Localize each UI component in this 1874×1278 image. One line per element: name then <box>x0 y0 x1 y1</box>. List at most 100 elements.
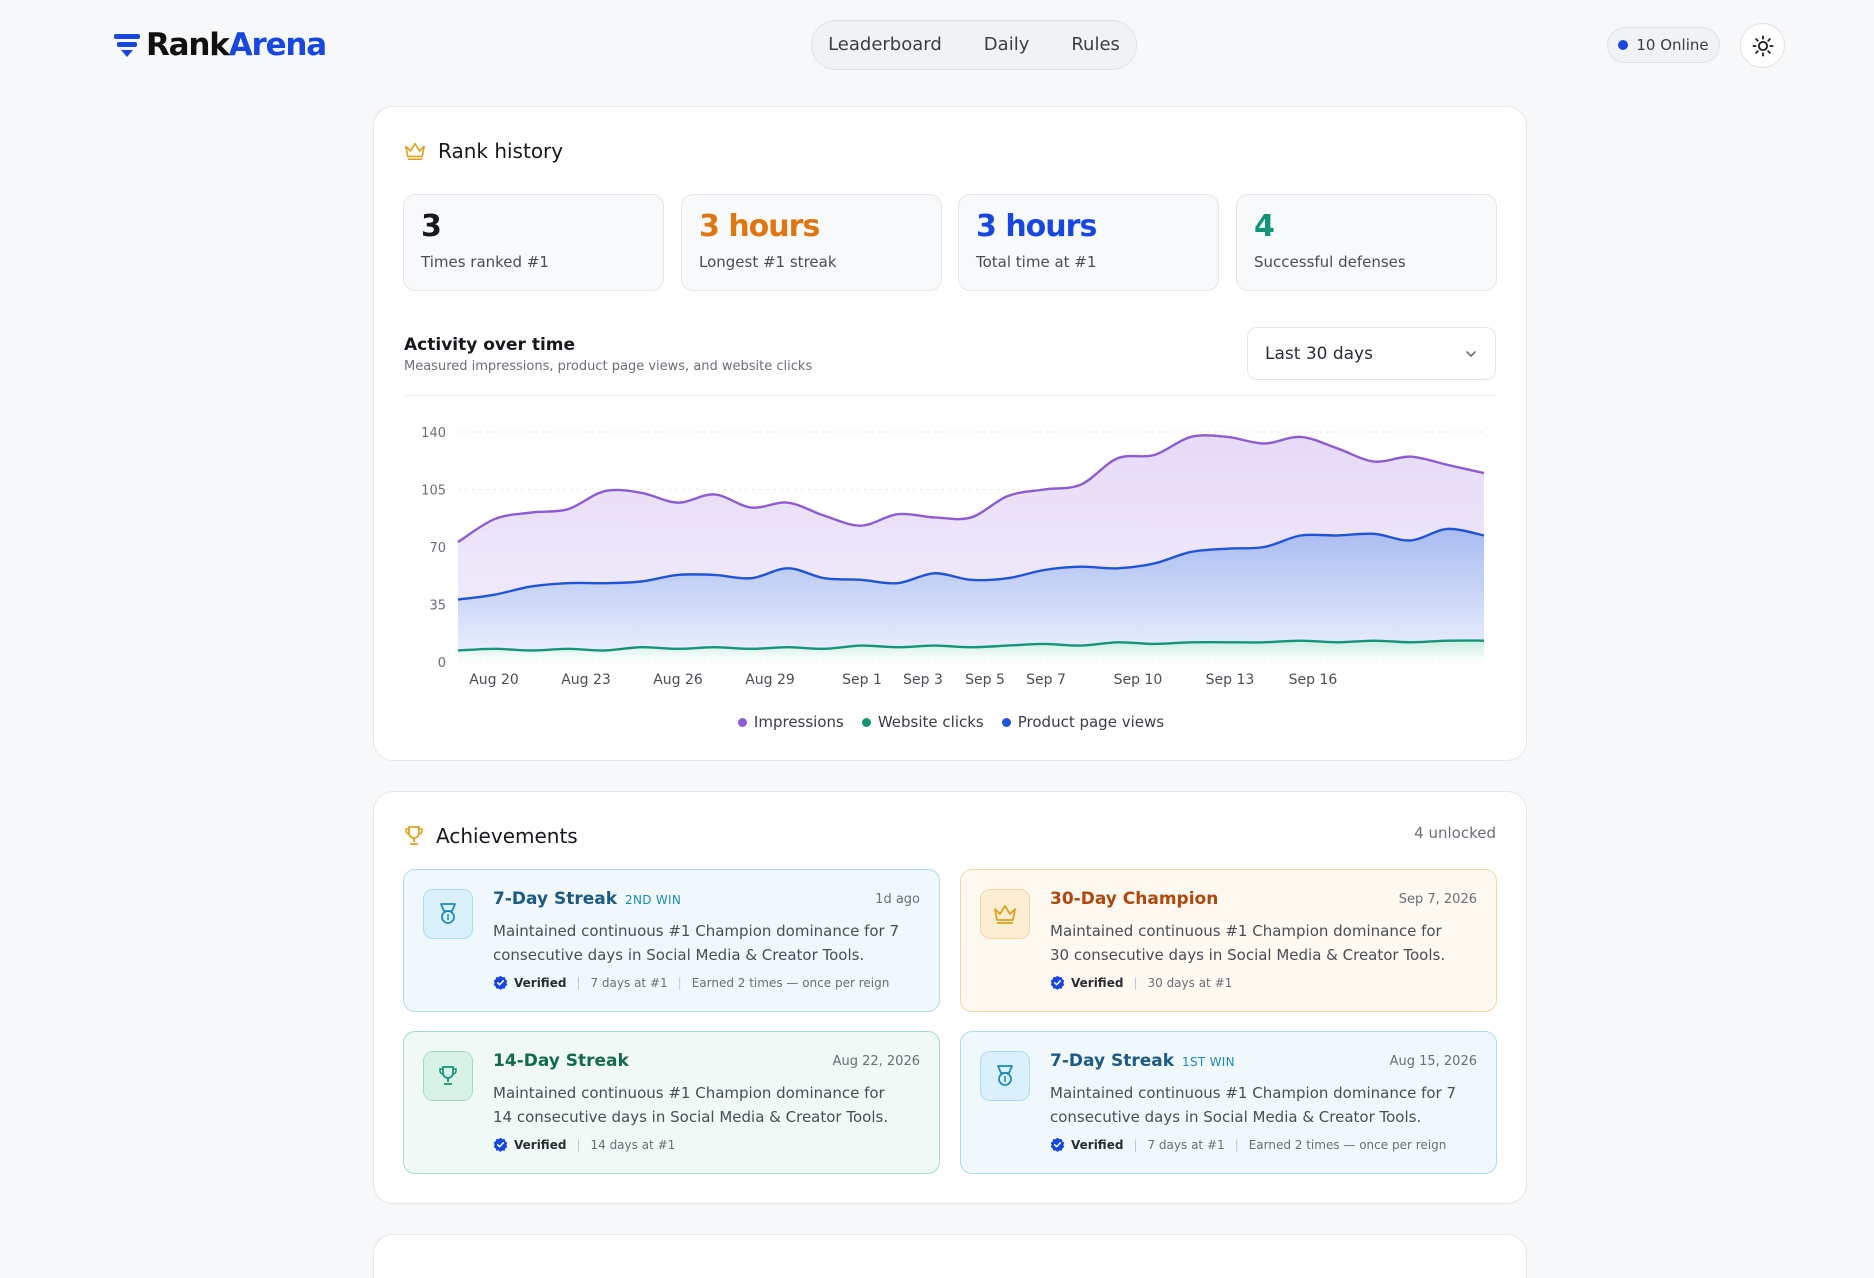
nav-rules[interactable]: Rules <box>1053 21 1138 69</box>
y-tick-label: 140 <box>421 426 446 441</box>
unlocked-count: 4 unlocked <box>1414 824 1496 842</box>
rank-history-card: Rank history 3 Times ranked #1 3 hours L… <box>373 106 1527 761</box>
medal-icon <box>997 1065 1013 1086</box>
trophy-icon <box>439 1066 457 1085</box>
top-header: RankArena Leaderboard Daily Rules 10 Onl… <box>0 0 1874 90</box>
meta-separator: | <box>576 975 581 990</box>
logo-icon <box>114 34 140 57</box>
achievement-name: 7-Day Streak <box>493 889 618 909</box>
achievements-card: Achievements 4 unlocked 7-Day Streak 2ND… <box>373 791 1527 1204</box>
brand-name-part1: Rank <box>146 27 230 63</box>
main-nav: Leaderboard Daily Rules <box>811 20 1137 70</box>
x-tick-label: Aug 26 <box>653 672 703 688</box>
legend-label: Website clicks <box>877 713 984 731</box>
achievement-meta: Verified | 14 days at #1 <box>493 1137 675 1152</box>
achievement-date: Aug 22, 2026 <box>832 1054 920 1069</box>
achievement-extra: Earned 2 times — once per reign <box>691 975 890 990</box>
achievement-title: 30-Day Champion <box>1050 889 1218 909</box>
meta-separator: | <box>1133 1137 1138 1152</box>
achievement-title: 14-Day Streak <box>493 1051 629 1071</box>
brand-logo[interactable]: RankArena <box>114 27 328 63</box>
x-tick-label: Sep 1 <box>842 672 882 688</box>
nav-leaderboard[interactable]: Leaderboard <box>810 21 960 69</box>
achievement-name: 30-Day Champion <box>1050 889 1219 909</box>
legend-impressions[interactable]: Impressions <box>737 713 844 731</box>
online-count-pill: 10 Online <box>1607 27 1720 63</box>
chart-legend: Impressions Website clicks Product page … <box>374 713 1528 731</box>
achievement-card[interactable]: 14-Day Streak Aug 22, 2026 Maintained co… <box>403 1031 940 1174</box>
achievement-description: Maintained continuous #1 Champion domina… <box>493 1084 889 1126</box>
x-tick-label: Sep 7 <box>1026 672 1066 688</box>
achievement-days: 7 days at #1 <box>590 975 668 990</box>
achievement-name: 7-Day Streak <box>1050 1051 1175 1071</box>
x-tick-label: Sep 13 <box>1206 672 1255 688</box>
x-tick-label: Sep 5 <box>965 672 1005 688</box>
achievement-icon-box <box>980 889 1030 939</box>
y-tick-label: 105 <box>421 484 446 499</box>
achievement-card[interactable]: 7-Day Streak 2ND WIN 1d ago Maintained c… <box>403 869 940 1012</box>
achievement-card[interactable]: 7-Day Streak 1ST WIN Aug 15, 2026 Mainta… <box>960 1031 1497 1174</box>
verified-check-icon <box>493 975 508 990</box>
achievement-win-badge: 1ST WIN <box>1182 1055 1235 1069</box>
verified-label: Verified <box>1071 1137 1124 1152</box>
achievement-days: 7 days at #1 <box>1147 1137 1225 1152</box>
achievement-icon-box <box>423 889 473 939</box>
x-tick-label: Aug 29 <box>745 672 795 688</box>
achievement-title: 7-Day Streak 2ND WIN <box>493 889 681 909</box>
achievement-card[interactable]: 30-Day Champion Sep 7, 2026 Maintained c… <box>960 869 1497 1012</box>
meta-separator: | <box>1234 1137 1239 1152</box>
legend-label: Product page views <box>1017 713 1165 731</box>
legend-label: Impressions <box>753 713 844 731</box>
legend-website-clicks[interactable]: Website clicks <box>861 713 984 731</box>
y-tick-label: 70 <box>429 541 446 556</box>
activity-chart: 0 35 70 105 140 Aug 20 Aug 23 Aug 26 Aug 29 Sep 1… <box>421 426 1485 688</box>
achievement-date: Aug 15, 2026 <box>1389 1054 1477 1069</box>
brand-name-part2: Arena <box>228 27 328 63</box>
theme-toggle-button[interactable] <box>1740 23 1785 68</box>
achievement-date: 1d ago <box>875 892 920 907</box>
achievement-meta: Verified | 7 days at #1 | Earned 2 times… <box>1050 1137 1446 1152</box>
legend-dot <box>1001 717 1011 727</box>
online-count-label: 10 Online <box>1636 36 1709 54</box>
achievement-icon-box <box>980 1051 1030 1101</box>
x-tick-label: Aug 23 <box>561 672 611 688</box>
sun-icon <box>1751 34 1774 57</box>
achievement-title: 7-Day Streak 1ST WIN <box>1050 1051 1235 1071</box>
meta-separator: | <box>677 975 682 990</box>
online-status-dot <box>1618 40 1629 50</box>
verified-label: Verified <box>514 975 567 990</box>
x-tick-label: Sep 10 <box>1114 672 1163 688</box>
y-tick-label: 0 <box>438 656 446 671</box>
nav-daily[interactable]: Daily <box>966 21 1048 69</box>
verified-check-icon <box>1050 1137 1065 1152</box>
legend-dot <box>737 717 747 727</box>
achievement-date: Sep 7, 2026 <box>1398 892 1477 907</box>
verified-label: Verified <box>514 1137 567 1152</box>
medal-icon <box>440 903 456 924</box>
achievement-meta: Verified | 30 days at #1 <box>1050 975 1232 990</box>
achievement-icon-box <box>423 1051 473 1101</box>
verified-label: Verified <box>1071 975 1124 990</box>
achievement-days: 14 days at #1 <box>590 1137 676 1152</box>
achievement-meta: Verified | 7 days at #1 | Earned 2 times… <box>493 975 889 990</box>
x-tick-label: Aug 20 <box>469 672 519 688</box>
achievement-win-badge: 2ND WIN <box>625 893 682 907</box>
achievement-description: Maintained continuous #1 Champion domina… <box>1050 1084 1457 1126</box>
achievement-description: Maintained continuous #1 Champion domina… <box>1050 922 1446 964</box>
y-tick-label: 35 <box>429 599 446 614</box>
crown-icon <box>994 905 1016 924</box>
brand-name: RankArena <box>146 27 328 63</box>
achievements-header: Achievements <box>404 824 578 848</box>
verified-check-icon <box>1050 975 1065 990</box>
next-section-card <box>373 1234 1527 1278</box>
achievements-title: Achievements <box>436 824 578 848</box>
legend-dot <box>861 717 871 727</box>
x-tick-label: Sep 3 <box>903 672 943 688</box>
meta-separator: | <box>1133 975 1138 990</box>
achievement-description: Maintained continuous #1 Champion domina… <box>493 922 900 964</box>
achievement-extra: Earned 2 times — once per reign <box>1248 1137 1447 1152</box>
trophy-icon <box>405 826 423 845</box>
meta-separator: | <box>576 1137 581 1152</box>
x-tick-label: Sep 16 <box>1289 672 1338 688</box>
legend-product-page-views[interactable]: Product page views <box>1001 713 1165 731</box>
